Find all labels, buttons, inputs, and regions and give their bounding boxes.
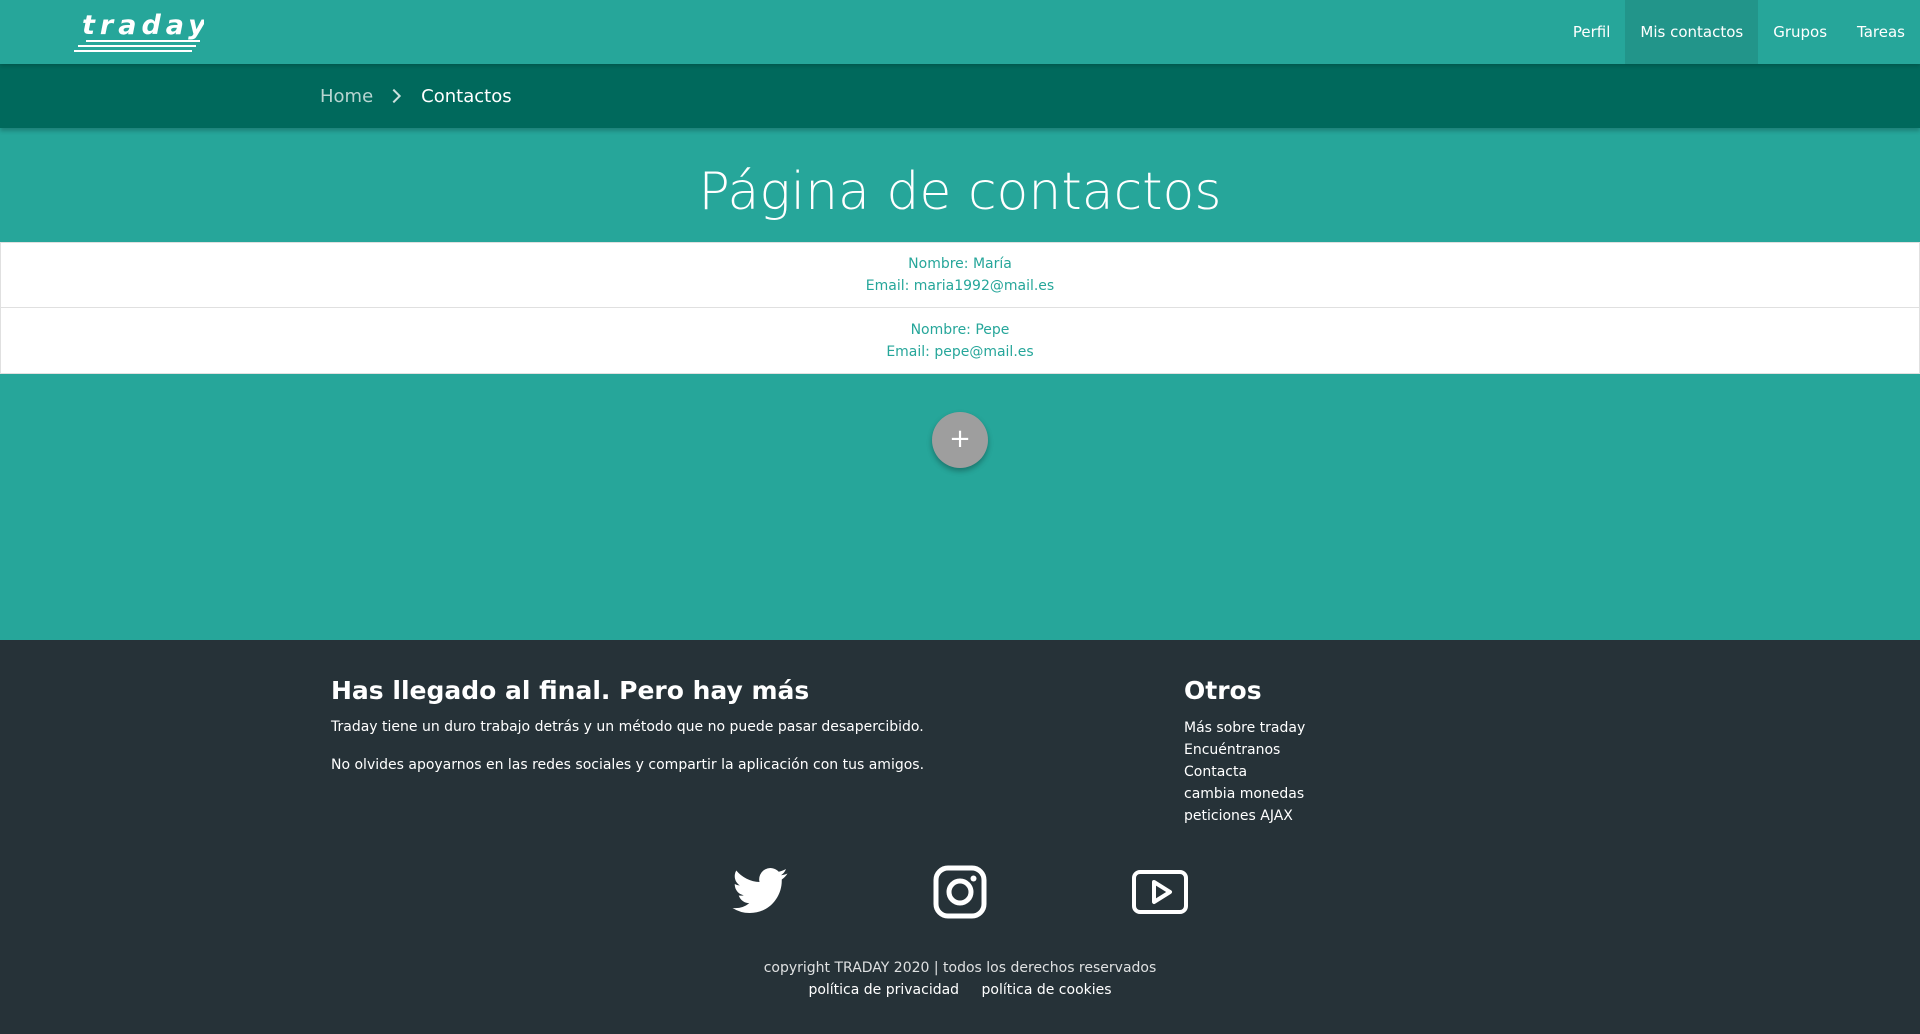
footer-text: No olvides apoyarnos en las redes social… bbox=[331, 757, 925, 773]
footer-others-title: Otros bbox=[1184, 676, 1262, 705]
contact-list: Nombre: María Email: maria1992@mail.es N… bbox=[0, 242, 1920, 374]
footer-link-cambia-monedas[interactable]: cambia monedas bbox=[1184, 783, 1484, 805]
contact-name: Nombre: María bbox=[908, 256, 1012, 272]
contact-name: Nombre: Pepe bbox=[910, 321, 1010, 338]
cookies-policy-link[interactable]: política de cookies bbox=[982, 982, 1112, 998]
page-footer: Has llegado al final. Pero hay más Trada… bbox=[0, 640, 1920, 1034]
page-title: Página de contactos bbox=[698, 162, 1222, 222]
main-content: Página de contactos Nombre: María Email:… bbox=[0, 128, 1920, 640]
add-contact-button[interactable]: + bbox=[932, 412, 988, 468]
instagram-icon[interactable] bbox=[930, 862, 990, 922]
contact-item[interactable]: Nombre: Pepe Email: pepe@mail.es bbox=[1, 308, 1919, 373]
nav-tareas[interactable]: Tareas bbox=[1842, 0, 1920, 64]
footer-title: Has llegado al final. Pero hay más bbox=[331, 676, 810, 705]
footer-link-peticiones-ajax[interactable]: peticiones AJAX bbox=[1184, 805, 1484, 827]
footer-link-contacta[interactable]: Contacta bbox=[1184, 761, 1484, 783]
footer-others: Otros Más sobre traday Encuéntranos Cont… bbox=[1184, 676, 1484, 827]
footer-about: Has llegado al final. Pero hay más Trada… bbox=[331, 676, 971, 793]
footer-text: Traday tiene un duro trabajo detrás y un… bbox=[331, 719, 924, 735]
chevron-right-icon bbox=[387, 88, 402, 104]
breadcrumb: Home Contactos bbox=[320, 64, 512, 128]
svg-text:traday: traday bbox=[82, 10, 204, 41]
copyright-text: copyright TRADAY 2020 | todos los derech… bbox=[763, 960, 1157, 976]
nav-grupos[interactable]: Grupos bbox=[1758, 0, 1842, 64]
main-nav: Perfil Mis contactos Grupos Tareas bbox=[1558, 0, 1920, 64]
contact-email: Email: pepe@mail.es bbox=[886, 343, 1034, 360]
privacy-policy-link[interactable]: política de privacidad bbox=[808, 982, 959, 998]
top-navbar: traday Perfil Mis contactos Grupos Tarea… bbox=[0, 0, 1920, 64]
youtube-icon[interactable] bbox=[1130, 862, 1190, 922]
nav-mis-contactos[interactable]: Mis contactos bbox=[1625, 0, 1759, 64]
nav-perfil[interactable]: Perfil bbox=[1558, 0, 1626, 64]
contact-email: Email: maria1992@mail.es bbox=[865, 278, 1055, 294]
footer-link-mas-sobre-traday[interactable]: Más sobre traday bbox=[1184, 717, 1484, 739]
breadcrumb-current[interactable]: Contactos bbox=[421, 86, 511, 107]
traday-logo[interactable]: traday bbox=[72, 4, 206, 54]
footer-link-encuentranos[interactable]: Encuéntranos bbox=[1184, 739, 1484, 761]
breadcrumb-home[interactable]: Home bbox=[320, 86, 373, 107]
legal-links: política de privacidad política de cooki… bbox=[0, 982, 1920, 998]
footer-links: Más sobre traday Encuéntranos Contacta c… bbox=[1184, 717, 1484, 827]
contact-item[interactable]: Nombre: María Email: maria1992@mail.es bbox=[1, 243, 1919, 308]
twitter-icon[interactable] bbox=[730, 862, 790, 922]
breadcrumb-bar: Home Contactos bbox=[0, 64, 1920, 128]
